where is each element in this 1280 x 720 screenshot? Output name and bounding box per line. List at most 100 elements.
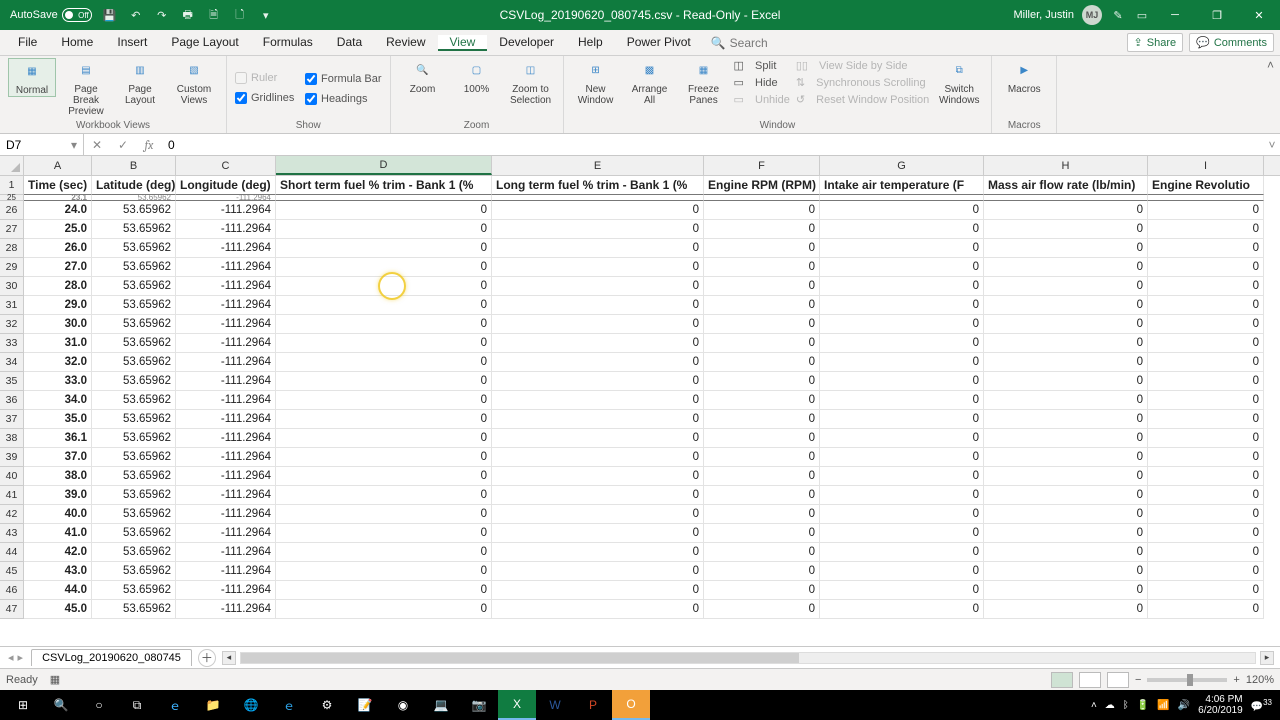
data-cell[interactable]: 53.65962 <box>92 391 176 410</box>
data-cell[interactable]: 0 <box>492 391 704 410</box>
new-icon[interactable]: 🗋 <box>232 7 248 23</box>
tray-bluetooth-icon[interactable]: ᛒ <box>1123 700 1129 711</box>
data-cell[interactable]: 0 <box>984 277 1148 296</box>
qat-customize-icon[interactable]: ▾ <box>258 7 274 23</box>
data-cell[interactable]: -111.2964 <box>176 448 276 467</box>
data-cell[interactable]: 0 <box>984 372 1148 391</box>
data-cell[interactable]: 40.0 <box>24 505 92 524</box>
data-cell[interactable]: 0 <box>1148 334 1264 353</box>
data-cell[interactable]: 0 <box>820 467 984 486</box>
data-cell[interactable]: 53.65962 <box>92 505 176 524</box>
data-cell[interactable]: 28.0 <box>24 277 92 296</box>
data-cell[interactable]: 0 <box>704 581 820 600</box>
zoom-button[interactable]: 🔍Zoom <box>399 58 447 95</box>
data-cell[interactable]: 0 <box>276 486 492 505</box>
data-cell[interactable]: 0 <box>984 201 1148 220</box>
data-cell[interactable]: 0 <box>492 277 704 296</box>
row-header[interactable]: 47 <box>0 600 24 619</box>
app5-icon[interactable]: 📷 <box>460 690 498 720</box>
comments-button[interactable]: 💬Comments <box>1189 33 1274 52</box>
tab-file[interactable]: File <box>6 35 49 49</box>
data-cell[interactable]: 0 <box>492 467 704 486</box>
data-cell[interactable]: -111.2964 <box>176 486 276 505</box>
row-header[interactable]: 38 <box>0 429 24 448</box>
autosave-toggle[interactable]: AutoSave Off <box>10 8 92 22</box>
data-cell[interactable]: 0 <box>276 239 492 258</box>
data-cell[interactable]: 0 <box>984 581 1148 600</box>
data-cell[interactable]: 0 <box>1148 372 1264 391</box>
page-break-preview-button[interactable]: ▤Page Break Preview <box>62 58 110 117</box>
data-cell[interactable]: 32.0 <box>24 353 92 372</box>
data-cell[interactable]: -111.2964 <box>176 505 276 524</box>
user-avatar[interactable]: MJ <box>1082 5 1102 25</box>
data-cell[interactable]: 0 <box>492 258 704 277</box>
tab-formulas[interactable]: Formulas <box>251 35 325 49</box>
data-cell[interactable]: 0 <box>820 410 984 429</box>
data-cell[interactable]: -111.2964 <box>176 239 276 258</box>
share-button[interactable]: ⇪Share <box>1127 33 1184 52</box>
data-cell[interactable]: 0 <box>492 296 704 315</box>
header-cell[interactable]: Time (sec) <box>24 176 92 195</box>
tab-data[interactable]: Data <box>325 35 374 49</box>
data-cell[interactable]: 53.65962 <box>92 543 176 562</box>
data-cell[interactable]: 53.65962 <box>92 562 176 581</box>
row-header[interactable]: 34 <box>0 353 24 372</box>
data-cell[interactable]: 0 <box>820 277 984 296</box>
data-cell[interactable]: 0 <box>1148 543 1264 562</box>
data-cell[interactable]: -111.2964 <box>176 562 276 581</box>
data-cell[interactable]: 0 <box>704 524 820 543</box>
data-cell[interactable]: 0 <box>276 429 492 448</box>
data-cell[interactable]: 0 <box>276 524 492 543</box>
data-cell[interactable]: 44.0 <box>24 581 92 600</box>
data-cell[interactable]: 29.0 <box>24 296 92 315</box>
data-cell[interactable]: 0 <box>276 258 492 277</box>
data-cell[interactable]: 0 <box>276 334 492 353</box>
data-cell[interactable]: 0 <box>1148 277 1264 296</box>
data-cell[interactable]: 53.65962 <box>92 581 176 600</box>
data-cell[interactable]: 0 <box>492 543 704 562</box>
row-header[interactable]: 44 <box>0 543 24 562</box>
data-cell[interactable]: 0 <box>820 448 984 467</box>
data-cell[interactable]: 0 <box>1148 448 1264 467</box>
tab-page-layout[interactable]: Page Layout <box>159 35 250 49</box>
data-cell[interactable]: 0 <box>984 543 1148 562</box>
data-cell[interactable]: 0 <box>820 581 984 600</box>
data-cell[interactable]: 0 <box>276 353 492 372</box>
data-cell[interactable]: 0 <box>492 334 704 353</box>
hscroll-thumb[interactable] <box>241 653 799 663</box>
data-cell[interactable]: 0 <box>492 315 704 334</box>
system-clock[interactable]: 4:06 PM 6/20/2019 <box>1198 694 1243 716</box>
data-cell[interactable]: 0 <box>704 220 820 239</box>
data-cell[interactable]: 53.65962 <box>92 353 176 372</box>
minimize-button[interactable]: ─ <box>1158 0 1192 30</box>
zoom-100-button[interactable]: ▢100% <box>453 58 501 95</box>
data-cell[interactable]: 0 <box>492 524 704 543</box>
data-cell[interactable]: 0 <box>492 448 704 467</box>
data-cell[interactable]: 0 <box>276 543 492 562</box>
data-cell[interactable]: 0 <box>492 239 704 258</box>
add-sheet-button[interactable]: ＋ <box>198 649 216 667</box>
data-cell[interactable]: -111.2964 <box>176 410 276 429</box>
data-cell[interactable]: 45.0 <box>24 600 92 619</box>
column-header-A[interactable]: A <box>24 156 92 175</box>
data-cell[interactable]: 0 <box>276 277 492 296</box>
data-cell[interactable]: 0 <box>820 334 984 353</box>
data-cell[interactable]: 0 <box>276 505 492 524</box>
header-cell[interactable]: Latitude (deg) <box>92 176 176 195</box>
data-cell[interactable]: 0 <box>820 562 984 581</box>
row-header[interactable]: 46 <box>0 581 24 600</box>
data-cell[interactable]: 0 <box>1148 486 1264 505</box>
column-header-H[interactable]: H <box>984 156 1148 175</box>
data-cell[interactable]: -111.2964 <box>176 296 276 315</box>
tray-battery-icon[interactable]: 🔋 <box>1137 700 1149 711</box>
data-cell[interactable]: 25.0 <box>24 220 92 239</box>
data-cell[interactable]: 53.65962 <box>92 277 176 296</box>
data-cell[interactable]: 0 <box>1148 239 1264 258</box>
formula-input[interactable] <box>168 138 1258 152</box>
row-header[interactable]: 29 <box>0 258 24 277</box>
data-cell[interactable]: 0 <box>492 562 704 581</box>
data-cell[interactable]: 0 <box>984 486 1148 505</box>
data-cell[interactable]: 53.65962 <box>92 258 176 277</box>
cortana-icon[interactable]: ○ <box>80 690 118 720</box>
enter-formula-icon[interactable]: ✓ <box>110 138 136 152</box>
